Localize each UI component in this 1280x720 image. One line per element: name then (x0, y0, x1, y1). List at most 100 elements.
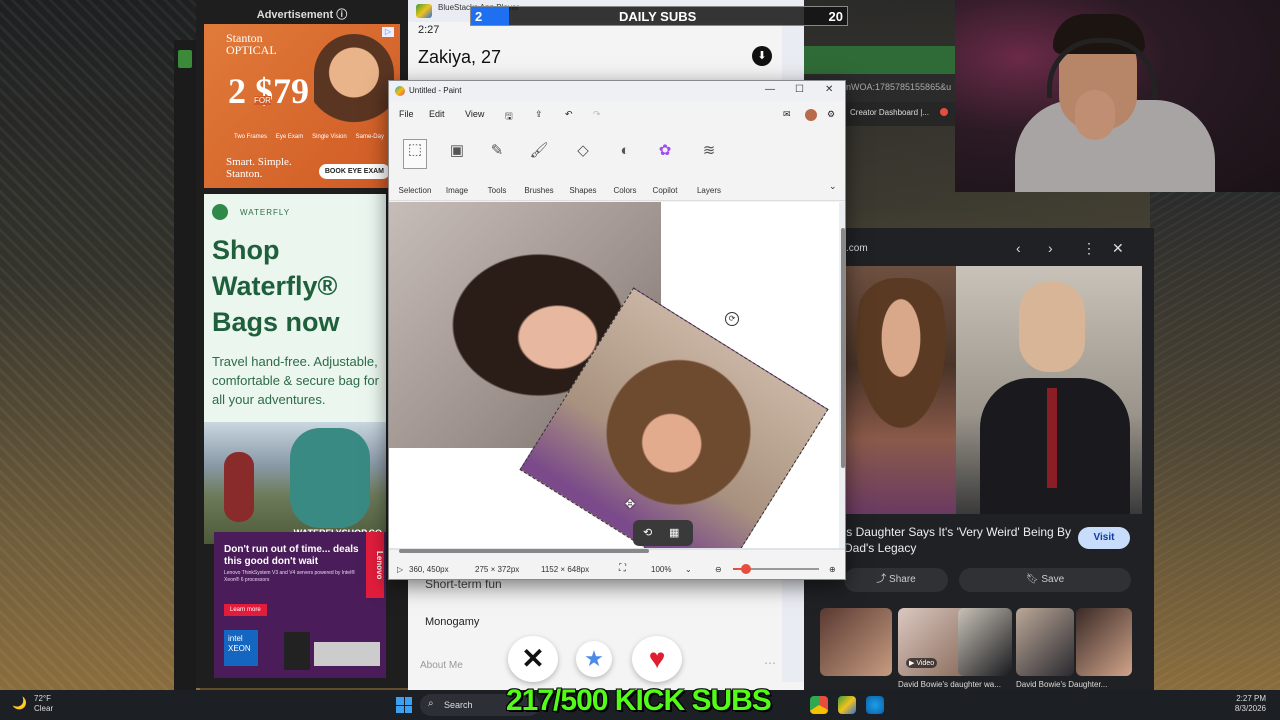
rotate-handle-icon[interactable]: ⟳ (725, 312, 739, 326)
weather-widget[interactable]: 72°F Clear (34, 694, 53, 714)
moon-weather-icon: 🌙 (12, 696, 27, 710)
horizontal-scrollbar[interactable] (389, 548, 839, 554)
more-options-icon[interactable]: ⋯ (764, 656, 776, 670)
waterfly-logo-icon (212, 204, 228, 220)
layers-tool[interactable]: ≋ Layers (689, 135, 729, 197)
image-icon: ▣ (449, 142, 465, 159)
feedback-icon[interactable]: ✉ (783, 109, 791, 120)
selection-icon: ⬚ (403, 139, 427, 169)
undo-icon[interactable]: ↶ (565, 109, 573, 120)
chrome-icon[interactable] (810, 696, 828, 714)
zoom-out-icon[interactable]: ⊖ (715, 565, 722, 574)
save-icon[interactable]: 🖫︎ (505, 109, 513, 125)
brush-icon: 🖌︎ (529, 142, 549, 159)
profile-name: Zakiya, 27 (418, 47, 502, 67)
chevron-down-icon[interactable]: ⌄ (829, 181, 837, 192)
remove-background-icon[interactable]: ⟲ (643, 526, 652, 539)
waterfly-ad[interactable]: WATERFLY Shop Waterfly® Bags now Travel … (204, 194, 386, 544)
waterfly-photo: WATERFLYSHOP.CO (204, 422, 386, 544)
settings-gear-icon[interactable]: ⚙ (827, 109, 835, 120)
image-viewer-panel: .com ‹ › ⋮ ✕ 's Daughter Says It's 'Very… (804, 228, 1154, 690)
browser-url[interactable]: nWOA:1785785155865&u (846, 82, 951, 92)
book-eye-exam-button[interactable]: BOOK EYE EXAM (318, 164, 390, 179)
save-button[interactable]: 🔖︎ Save (959, 568, 1131, 592)
copilot-tool[interactable]: ✿ Copilot (645, 135, 685, 197)
zoom-select[interactable]: 100% (651, 565, 671, 574)
windows-logo-icon (404, 705, 412, 713)
shapes-tool[interactable]: ◇ Shapes (563, 135, 603, 197)
download-icon[interactable]: ⬇ (752, 46, 772, 66)
image-source[interactable]: .com (846, 243, 868, 254)
tool-label: Layers (696, 186, 721, 195)
minimize-icon[interactable]: — (765, 84, 775, 95)
backpack-figure (290, 428, 370, 528)
lenovo-body: Lenovo ThinkSystem V3 and V4 servers pow… (224, 570, 355, 583)
menu-edit[interactable]: Edit (429, 109, 445, 119)
tools-tool[interactable]: ✎ Tools (477, 135, 517, 197)
paint-taskbar-icon[interactable] (866, 696, 884, 714)
zoom-slider-knob[interactable] (741, 564, 751, 574)
next-image-icon[interactable]: › (1048, 240, 1053, 256)
brushes-tool[interactable]: 🖌︎ Brushes (519, 135, 559, 197)
about-me-heading: About Me (420, 660, 463, 671)
paint-canvas[interactable]: ⟳ ✥ ⟲ ▦ (389, 202, 839, 548)
like-button[interactable]: ♥ (632, 636, 682, 682)
stanton-ad[interactable]: Stanton OPTICAL 2 $79 FOR Two Frames Eye … (204, 24, 400, 188)
related-thumb[interactable] (820, 608, 892, 676)
waterfly-body: Travel hand-free. Adjustable, comfortabl… (212, 354, 379, 407)
ad-features: Two Frames Eye Exam Single Vision Same-D… (234, 134, 384, 140)
system-clock[interactable]: 2:27 PM 8/3/2026 (1235, 694, 1266, 714)
vertical-scroll-thumb[interactable] (841, 228, 845, 468)
server-rack (314, 642, 380, 666)
canvas-size: 1152 × 648px (541, 565, 590, 574)
hiker-figure (224, 452, 254, 522)
background-crowd-image (0, 0, 200, 690)
menu-file[interactable]: File (399, 109, 414, 119)
super-like-button[interactable]: ★ (576, 641, 612, 677)
redo-icon[interactable]: ↷ (593, 109, 601, 120)
creator-dashboard-bookmark[interactable]: Creator Dashboard |... (850, 108, 929, 117)
start-button[interactable] (396, 697, 412, 713)
visit-button[interactable]: Visit (1078, 527, 1130, 549)
feature-item: Single Vision (312, 134, 347, 140)
save-label: Save (1041, 574, 1065, 585)
learn-more-button[interactable]: Learn more (224, 604, 267, 616)
related-caption[interactable]: David Bowie's daughter wa... (898, 680, 1014, 689)
close-icon[interactable]: ✕ (825, 84, 833, 95)
generative-erase-icon[interactable]: ▦ (669, 526, 679, 539)
bookmark-icon[interactable] (940, 108, 948, 116)
menu-view[interactable]: View (465, 109, 484, 119)
zoom-dropdown-icon[interactable]: ⌄ (685, 565, 692, 574)
image-caption[interactable]: 's Daughter Says It's 'Very Weird' Being… (844, 524, 1084, 556)
lenovo-ad[interactable]: Don't run out of time... deals this good… (214, 532, 386, 678)
bluestacks-taskbar-icon[interactable] (838, 696, 856, 714)
prev-image-icon[interactable]: ‹ (1016, 240, 1021, 256)
selection-tool[interactable]: ⬚ Selection (395, 135, 435, 197)
waterfly-headline: Shop Waterfly® Bags now (212, 235, 340, 337)
share-icon[interactable]: ⇪ (535, 109, 543, 120)
close-icon[interactable]: ✕ (1112, 240, 1124, 257)
model-photo (314, 34, 394, 144)
related-thumb[interactable] (958, 608, 1012, 676)
related-thumb[interactable] (1016, 608, 1074, 676)
zoom-in-icon[interactable]: ⊕ (829, 565, 836, 574)
avatar[interactable] (805, 109, 817, 121)
related-caption[interactable]: David Bowie's Daughter... (1016, 680, 1132, 689)
adchoices-icon[interactable]: ▷ (382, 27, 394, 37)
more-vert-icon[interactable]: ⋮ (1082, 240, 1096, 257)
daily-subs-goal: 20 (828, 9, 843, 24)
paint-app-icon (395, 86, 405, 96)
server-tower (284, 632, 310, 670)
copilot-icon: ✿ (658, 142, 672, 159)
nope-button[interactable]: ✕ (508, 636, 558, 682)
share-button[interactable]: ⤴ Share (844, 568, 948, 592)
horizontal-scroll-thumb[interactable] (399, 549, 649, 553)
related-thumb[interactable] (1076, 608, 1132, 676)
vertical-scrollbar[interactable] (839, 202, 845, 548)
feature-item: Same-Day (355, 134, 384, 140)
fit-to-window-icon[interactable]: ⛶ (619, 563, 626, 574)
for-label: FOR (254, 96, 271, 105)
selection-size: 275 × 372px (475, 565, 520, 574)
green-app-icon (178, 50, 192, 68)
maximize-icon[interactable]: ☐ (795, 84, 804, 95)
